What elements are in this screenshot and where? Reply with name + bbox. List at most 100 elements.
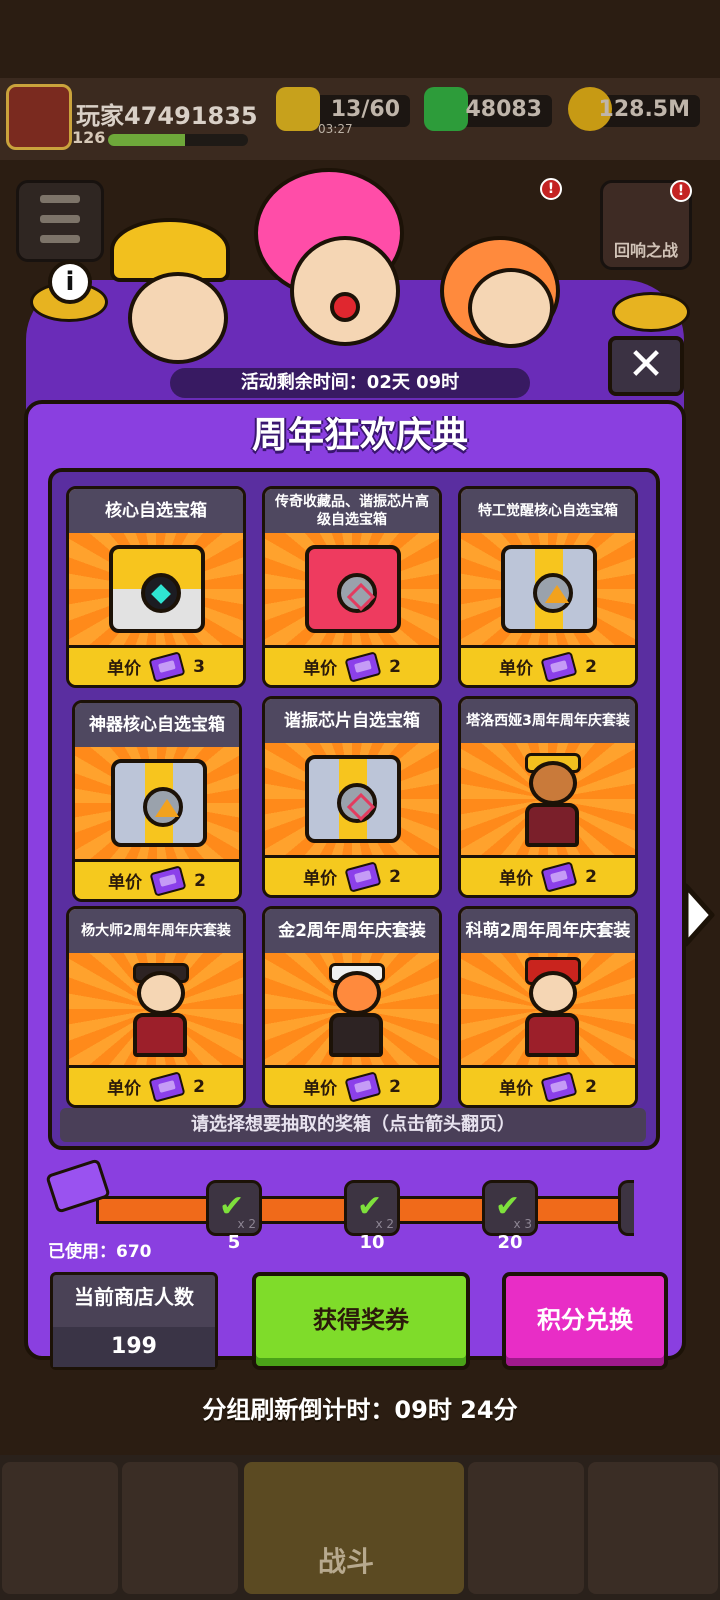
card-image	[69, 533, 243, 645]
gem-counter[interactable]: 48083	[424, 87, 552, 131]
next-page-arrow-icon[interactable]	[678, 880, 718, 950]
price-label: 单价	[107, 659, 142, 679]
reward-card[interactable]: 塔洛西娅3周年周年庆套装 单价 2	[458, 696, 638, 898]
reward-card[interactable]: 科萌2周年周年庆套装 单价 2	[458, 906, 638, 1108]
xp-bar	[108, 134, 248, 146]
player-name: 玩家47491835	[76, 102, 258, 130]
nav-tab-shop[interactable]	[2, 1462, 118, 1594]
echo-battle-label: 回响之战	[613, 241, 678, 260]
ticket-icon	[540, 860, 578, 893]
price-label: 单价	[303, 869, 338, 889]
ticket-icon	[540, 650, 578, 683]
character-head	[128, 272, 228, 364]
card-title: 谐振芯片自选宝箱	[265, 699, 439, 743]
card-title: 核心自选宝箱	[69, 489, 243, 533]
price-label: 单价	[108, 873, 143, 893]
store-count-label: 当前商店人数	[74, 1285, 194, 1309]
card-title: 神器核心自选宝箱	[75, 703, 239, 747]
nav-tab-upgrade[interactable]	[588, 1462, 718, 1594]
milestone-label: 5	[227, 1232, 241, 1253]
price-value: 2	[585, 866, 597, 887]
card-title: 特工觉醒核心自选宝箱	[461, 489, 635, 533]
store-count-value: 199	[53, 1327, 215, 1367]
milestone-reward[interactable]: ✔ x 2	[206, 1180, 262, 1236]
ticket-icon	[344, 860, 382, 893]
silver-chest-icon	[111, 759, 207, 847]
price-value: 2	[389, 866, 401, 887]
clown-nose	[330, 292, 360, 322]
points-exchange-button[interactable]: 积分兑换	[502, 1272, 668, 1370]
tickets-used: 已使用：670	[48, 1242, 152, 1262]
nav-tab-heroes[interactable]	[468, 1462, 584, 1594]
card-image	[461, 953, 635, 1065]
silver-chest-icon	[305, 755, 401, 843]
card-title: 科萌2周年周年庆套装	[461, 909, 635, 953]
card-price: 单价 2	[75, 859, 239, 899]
card-price: 单价 2	[265, 855, 439, 895]
reward-card[interactable]: 核心自选宝箱 单价 3	[66, 486, 246, 688]
nav-tab-equipment[interactable]	[122, 1462, 238, 1594]
price-label: 单价	[303, 1079, 338, 1099]
price-value: 2	[389, 656, 401, 677]
energy-timer: 03:27	[318, 122, 353, 136]
notification-dot: !	[670, 180, 692, 202]
core-lock-icon	[533, 573, 573, 613]
reward-card[interactable]: 传奇收藏品、谐振芯片高级自选宝箱 单价 2	[262, 486, 442, 688]
milestone-multiplier: x 2	[237, 1217, 256, 1231]
milestone-label: 20	[497, 1232, 523, 1253]
card-image	[265, 743, 439, 855]
menu-button[interactable]	[16, 180, 104, 262]
ticket-icon	[540, 1070, 578, 1103]
milestone-reward[interactable]: ✔ x 2	[344, 1180, 400, 1236]
coin-value: 128.5M	[598, 97, 690, 122]
card-image	[265, 953, 439, 1065]
milestone-reward[interactable]	[618, 1180, 634, 1236]
close-button[interactable]: ✕	[608, 336, 684, 396]
reward-card[interactable]: 谐振芯片自选宝箱 单价 2	[262, 696, 442, 898]
card-image	[461, 743, 635, 855]
card-title: 塔洛西娅3周年周年庆套装	[461, 699, 635, 743]
gem-lock-icon	[141, 573, 181, 613]
core-lock-icon	[143, 787, 183, 827]
ticket-icon	[148, 650, 186, 683]
card-price: 单价 2	[69, 1065, 243, 1105]
milestone-multiplier: x 2	[375, 1217, 394, 1231]
hero-costume-icon	[315, 963, 395, 1059]
reward-card[interactable]: 杨大师2周年周年庆套装 单价 2	[66, 906, 246, 1108]
price-label: 单价	[303, 659, 338, 679]
card-image	[75, 747, 239, 859]
gem-value: 48083	[465, 97, 542, 122]
coin-counter[interactable]: 128.5M	[568, 87, 700, 131]
card-title: 杨大师2周年周年庆套装	[69, 909, 243, 953]
energy-counter[interactable]: 13/60	[276, 87, 410, 131]
card-image	[69, 953, 243, 1065]
character-head	[468, 268, 554, 348]
coin-decoration	[612, 292, 690, 332]
card-title: 金2周年周年庆套装	[265, 909, 439, 953]
chip-lock-icon	[337, 573, 377, 613]
info-icon[interactable]: i	[48, 260, 92, 304]
reward-card[interactable]: 金2周年周年庆套装 单价 2	[262, 906, 442, 1108]
ticket-icon	[344, 1070, 382, 1103]
xp-bar-fill	[108, 134, 185, 146]
price-value: 2	[585, 656, 597, 677]
milestone-reward[interactable]: ✔ x 3	[482, 1180, 538, 1236]
get-ticket-button[interactable]: 获得奖券	[252, 1272, 470, 1370]
card-price: 单价 2	[461, 645, 635, 685]
character-head	[290, 236, 400, 346]
refresh-countdown: 分组刷新倒计时：09时 24分	[202, 1396, 518, 1424]
player-avatar[interactable]	[6, 84, 72, 150]
milestone-label: 10	[359, 1232, 385, 1253]
reward-card[interactable]: 神器核心自选宝箱 单价 2	[72, 700, 242, 902]
price-value: 2	[585, 1076, 597, 1097]
card-price: 单价 3	[69, 645, 243, 685]
hero-costume-icon	[511, 957, 591, 1059]
notification-dot: !	[540, 178, 562, 200]
milestone-multiplier: x 3	[513, 1217, 532, 1231]
price-value: 2	[389, 1076, 401, 1097]
price-label: 单价	[499, 659, 534, 679]
card-price: 单价 2	[461, 1065, 635, 1105]
reward-card[interactable]: 特工觉醒核心自选宝箱 单价 2	[458, 486, 638, 688]
price-value: 2	[193, 1076, 205, 1097]
hero-costume-icon	[511, 753, 591, 849]
